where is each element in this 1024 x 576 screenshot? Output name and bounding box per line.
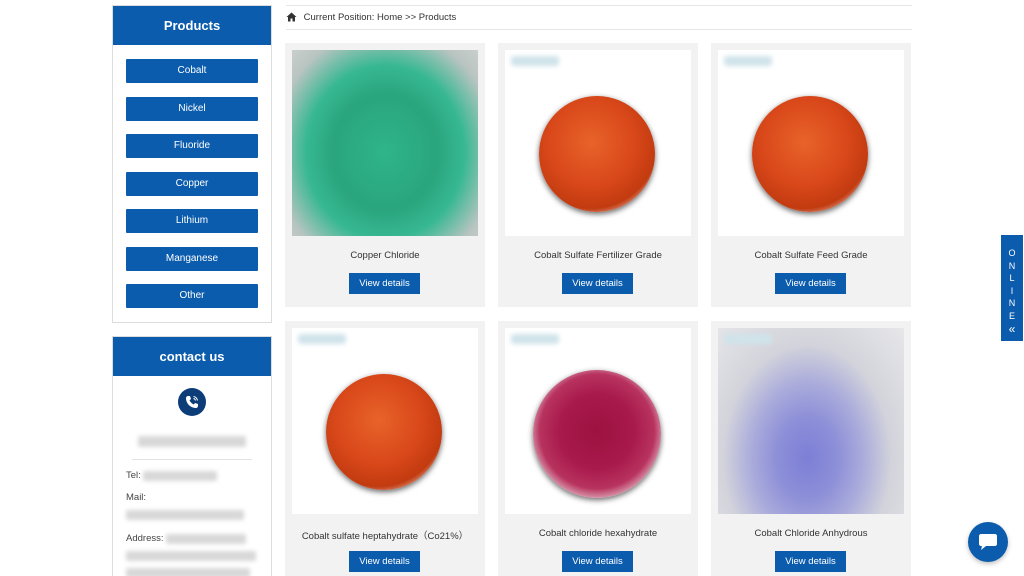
online-letter: O bbox=[1008, 248, 1016, 258]
online-letter: I bbox=[1010, 285, 1014, 296]
view-details-button[interactable]: View details bbox=[349, 273, 420, 294]
tel-row: Tel: bbox=[113, 470, 271, 481]
page: Products Cobalt Nickel Fluoride Copper L… bbox=[0, 0, 1024, 576]
online-letter: N bbox=[1008, 260, 1016, 271]
category-cobalt[interactable]: Cobalt bbox=[126, 59, 258, 83]
mail-value bbox=[126, 509, 244, 520]
online-letter: N bbox=[1008, 298, 1016, 308]
category-other[interactable]: Other bbox=[126, 284, 258, 308]
product-name[interactable]: Cobalt Sulfate Fertilizer Grade bbox=[498, 250, 698, 261]
product-image[interactable] bbox=[505, 50, 691, 236]
tel-label: Tel: bbox=[126, 470, 141, 481]
copper-chloride-photo bbox=[292, 50, 478, 236]
view-details-button[interactable]: View details bbox=[349, 551, 420, 572]
watermark bbox=[298, 334, 346, 344]
product-image[interactable] bbox=[292, 328, 478, 514]
view-details-button[interactable]: View details bbox=[775, 551, 846, 572]
online-letter: E bbox=[1008, 310, 1015, 321]
view-details-button[interactable]: View details bbox=[562, 273, 633, 294]
address-value-line3 bbox=[126, 567, 250, 576]
online-letter: L bbox=[1009, 273, 1015, 283]
breadcrumb-separator: >> bbox=[405, 12, 417, 23]
address-row: Address: bbox=[113, 533, 271, 544]
watermark bbox=[511, 56, 559, 66]
category-lithium[interactable]: Lithium bbox=[126, 209, 258, 233]
product-name[interactable]: Copper Chloride bbox=[285, 250, 485, 261]
mail-value-row bbox=[113, 509, 271, 520]
category-nickel[interactable]: Nickel bbox=[126, 96, 258, 121]
mail-label: Mail: bbox=[126, 492, 147, 504]
category-copper[interactable]: Copper bbox=[126, 171, 258, 196]
breadcrumb: Current Position: Home >> Products bbox=[286, 5, 912, 30]
product-name[interactable]: Cobalt Chloride Anhydrous bbox=[711, 528, 911, 539]
category-manganese[interactable]: Manganese bbox=[126, 246, 258, 271]
product-image[interactable] bbox=[718, 50, 904, 236]
address-value-row2 bbox=[113, 550, 271, 561]
category-fluoride[interactable]: Fluoride bbox=[126, 134, 258, 158]
products-panel-title: Products bbox=[113, 6, 271, 45]
address-label: Address: bbox=[126, 533, 164, 545]
cobalt-sulfate-heptahydrate-photo bbox=[326, 374, 442, 490]
breadcrumb-home-link[interactable]: Home bbox=[377, 12, 402, 23]
mail-row: Mail: bbox=[113, 492, 271, 503]
cobalt-chloride-hexahydrate-photo bbox=[533, 370, 661, 498]
double-chevron-left-icon[interactable]: « bbox=[1001, 323, 1023, 336]
product-card: Cobalt sulfate heptahydrate（Co21%） View … bbox=[285, 321, 485, 576]
online-service-tab[interactable]: O N L I N E « bbox=[1001, 235, 1023, 341]
address-value-line2 bbox=[126, 550, 256, 561]
watermark bbox=[724, 334, 772, 344]
product-card: Cobalt chloride hexahydrate View details bbox=[498, 321, 698, 576]
contact-panel: contact us Tel: Mail: Address: bbox=[112, 336, 272, 576]
category-list: Cobalt Nickel Fluoride Copper Lithium Ma… bbox=[113, 45, 271, 322]
watermark bbox=[724, 56, 772, 66]
cobalt-sulfate-powder-photo bbox=[752, 96, 868, 212]
product-image[interactable] bbox=[505, 328, 691, 514]
product-name[interactable]: Cobalt sulfate heptahydrate（Co21%） bbox=[285, 528, 485, 542]
product-image[interactable] bbox=[292, 50, 478, 236]
breadcrumb-prefix: Current Position: bbox=[303, 12, 375, 23]
product-card: Cobalt Chloride Anhydrous View details bbox=[711, 321, 911, 576]
address-value-row3 bbox=[113, 567, 271, 576]
hotline-number bbox=[113, 433, 271, 451]
chat-bubble-icon bbox=[979, 534, 997, 550]
phone-icon bbox=[178, 388, 206, 416]
product-card: Cobalt Sulfate Fertilizer Grade View det… bbox=[498, 43, 698, 307]
product-card: Copper Chloride View details bbox=[285, 43, 485, 307]
phone-icon-wrap bbox=[113, 376, 271, 421]
watermark bbox=[511, 334, 559, 344]
tel-value bbox=[143, 470, 218, 481]
product-name[interactable]: Cobalt chloride hexahydrate bbox=[498, 528, 698, 539]
product-name[interactable]: Cobalt Sulfate Feed Grade bbox=[711, 250, 911, 261]
home-icon bbox=[286, 12, 297, 21]
contact-divider bbox=[132, 459, 252, 460]
cobalt-sulfate-powder-photo bbox=[539, 96, 655, 212]
products-panel: Products Cobalt Nickel Fluoride Copper L… bbox=[112, 5, 272, 323]
cobalt-chloride-anhydrous-photo bbox=[718, 328, 904, 514]
product-card: Cobalt Sulfate Feed Grade View details bbox=[711, 43, 911, 307]
address-value-line1 bbox=[166, 533, 247, 544]
view-details-button[interactable]: View details bbox=[775, 273, 846, 294]
view-details-button[interactable]: View details bbox=[562, 551, 633, 572]
product-image[interactable] bbox=[718, 328, 904, 514]
chat-button[interactable] bbox=[968, 522, 1008, 562]
contact-panel-title: contact us bbox=[113, 337, 271, 376]
breadcrumb-current[interactable]: Products bbox=[419, 12, 457, 23]
sidebar: Products Cobalt Nickel Fluoride Copper L… bbox=[112, 5, 272, 576]
